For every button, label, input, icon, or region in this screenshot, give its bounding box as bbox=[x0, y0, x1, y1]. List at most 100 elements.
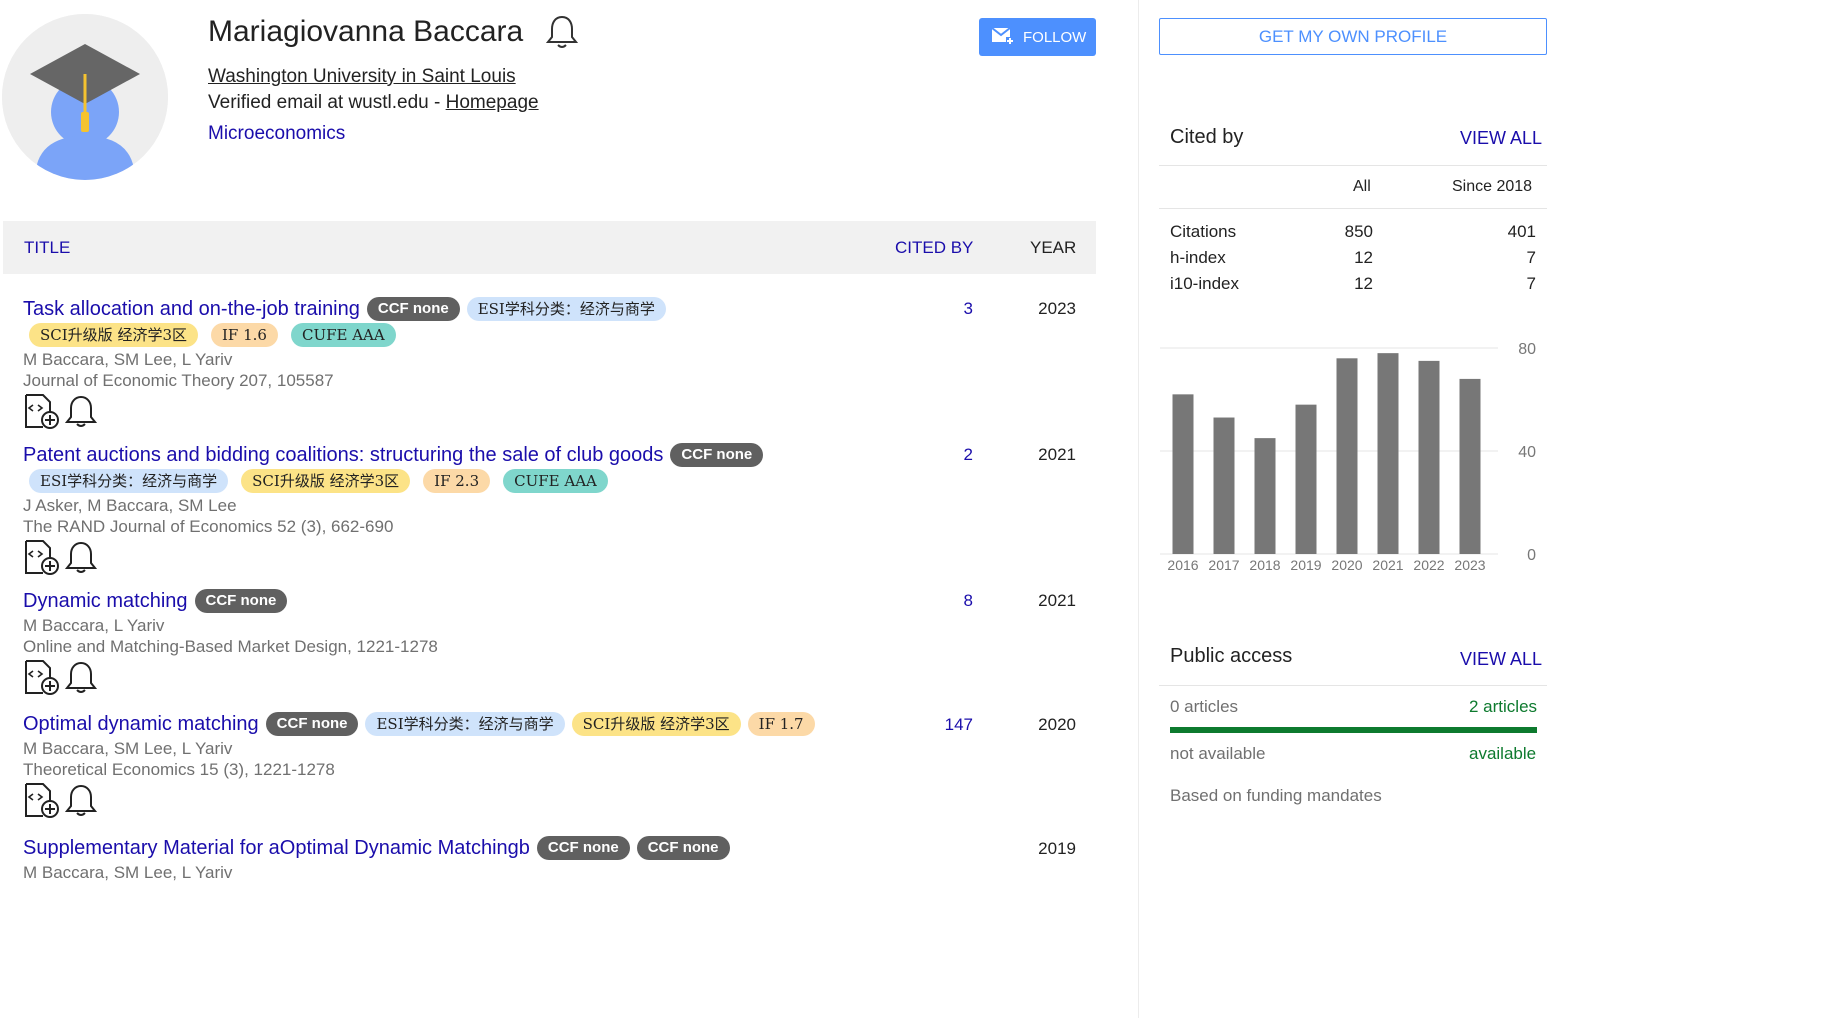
cited-by-view-all-link[interactable]: VIEW ALL bbox=[1460, 128, 1542, 149]
metric-since-value: 401 bbox=[1507, 222, 1536, 241]
chart-bar-2016[interactable] bbox=[1172, 394, 1194, 554]
article-authors: M Baccara, L Yariv bbox=[23, 616, 165, 635]
metric-all-value: 12 bbox=[1354, 248, 1373, 267]
article-row: Supplementary Material for aOptimal Dyna… bbox=[23, 834, 1093, 883]
journal-badge: IF 1.6 bbox=[211, 323, 278, 347]
divider bbox=[1159, 165, 1547, 166]
journal-badge: SCI升级版 经济学3区 bbox=[571, 712, 741, 736]
article-badges-line: ESI学科分类：经济与商学 SCI升级版 经济学3区 IF 2.3 CUFE AAA bbox=[23, 467, 1093, 495]
public-access-bar-fill bbox=[1170, 727, 1537, 733]
article-title-link[interactable]: Patent auctions and bidding coalitions: … bbox=[23, 444, 663, 467]
chart-bar-2022[interactable] bbox=[1418, 360, 1440, 554]
journal-badge: SCI升级版 经济学3区 bbox=[29, 323, 198, 347]
x-tick-label: 2019 bbox=[1290, 557, 1321, 573]
follow-label: FOLLOW bbox=[1023, 28, 1087, 46]
cite-add-icon[interactable] bbox=[23, 782, 59, 823]
article-title-link[interactable]: Dynamic matching bbox=[23, 590, 188, 613]
follow-button[interactable]: FOLLOW bbox=[979, 18, 1096, 56]
journal-badge: CUFE AAA bbox=[290, 323, 396, 347]
alert-bell-icon[interactable] bbox=[63, 393, 99, 434]
sort-title-header[interactable]: TITLE bbox=[24, 238, 70, 258]
chart-bar-2023[interactable] bbox=[1459, 378, 1481, 554]
mail-plus-icon bbox=[991, 27, 1014, 45]
chart-bar-2021[interactable] bbox=[1377, 353, 1399, 554]
x-tick-label: 2021 bbox=[1372, 557, 1403, 573]
article-title-link[interactable]: Optimal dynamic matching bbox=[23, 713, 259, 736]
article-actions bbox=[23, 539, 1093, 580]
cited-by-count-link[interactable]: 2 bbox=[913, 445, 973, 465]
y-tick-label: 80 bbox=[1518, 341, 1536, 358]
homepage-link[interactable]: Homepage bbox=[446, 92, 539, 113]
article-venue: The RAND Journal of Economics 52 (3), 66… bbox=[23, 517, 394, 536]
metric-label: Citations bbox=[1170, 222, 1237, 241]
metric-label: h-index bbox=[1170, 248, 1226, 267]
journal-badge: CCF none bbox=[670, 443, 764, 467]
journal-badge: IF 2.3 bbox=[423, 469, 491, 493]
metric-since-value: 7 bbox=[1526, 274, 1536, 293]
x-tick-label: 2022 bbox=[1413, 557, 1444, 573]
article-authors: M Baccara, SM Lee, L Yariv bbox=[23, 739, 233, 758]
y-tick-label: 40 bbox=[1518, 444, 1536, 461]
x-tick-label: 2016 bbox=[1167, 557, 1198, 573]
y-tick-label: 0 bbox=[1527, 547, 1536, 564]
cited-by-title: Cited by bbox=[1170, 126, 1244, 148]
sort-cited-header[interactable]: CITED BY bbox=[895, 238, 973, 258]
article-venue: Journal of Economic Theory 207, 105587 bbox=[23, 371, 334, 390]
profile-name: Mariagiovanna Baccara bbox=[208, 15, 524, 48]
article-title-link[interactable]: Supplementary Material for aOptimal Dyna… bbox=[23, 837, 530, 860]
article-year: 2019 bbox=[1038, 839, 1076, 858]
articles-table-header: TITLE CITED BY YEAR bbox=[3, 221, 1096, 274]
sort-year-header[interactable]: YEAR bbox=[1030, 238, 1076, 258]
x-tick-label: 2017 bbox=[1208, 557, 1239, 573]
metric-label: i10-index bbox=[1170, 274, 1239, 293]
journal-badge: CCF none bbox=[366, 297, 460, 321]
journal-badge: CCF none bbox=[265, 712, 359, 736]
article-title-link[interactable]: Task allocation and on-the-job training bbox=[23, 298, 360, 321]
public-access-bar bbox=[1170, 727, 1537, 733]
article-year: 2021 bbox=[1038, 591, 1076, 610]
cite-add-icon[interactable] bbox=[23, 539, 59, 580]
verified-email-text: Verified email at wustl.edu - bbox=[208, 92, 446, 113]
alert-bell-icon[interactable] bbox=[63, 659, 99, 700]
article-authors: M Baccara, SM Lee, L Yariv bbox=[23, 863, 233, 882]
cited-by-count-link[interactable]: 8 bbox=[913, 591, 973, 611]
chart-bar-2017[interactable] bbox=[1213, 417, 1235, 554]
article-year: 2023 bbox=[1038, 299, 1076, 318]
col-since-header: Since 2018 bbox=[1452, 178, 1533, 195]
article-authors: J Asker, M Baccara, SM Lee bbox=[23, 496, 237, 515]
journal-badge: CCF none bbox=[194, 589, 288, 613]
pa-available-label: available bbox=[1469, 744, 1537, 763]
alert-bell-icon[interactable] bbox=[63, 782, 99, 823]
cite-add-icon[interactable] bbox=[23, 659, 59, 700]
article-actions bbox=[23, 659, 1093, 700]
alert-bell-icon[interactable] bbox=[63, 539, 99, 580]
public-access-title: Public access bbox=[1170, 645, 1293, 667]
journal-badge: SCI升级版 经济学3区 bbox=[241, 469, 411, 493]
chart-bar-2019[interactable] bbox=[1295, 404, 1317, 554]
journal-badge: CUFE AAA bbox=[503, 469, 608, 493]
chart-bar-2020[interactable] bbox=[1336, 358, 1358, 554]
x-tick-label: 2023 bbox=[1454, 557, 1485, 573]
journal-badge: ESI学科分类：经济与商学 bbox=[29, 469, 229, 493]
article-actions bbox=[23, 393, 1093, 434]
cite-add-icon[interactable] bbox=[23, 393, 59, 434]
public-access-view-all-link[interactable]: VIEW ALL bbox=[1460, 649, 1542, 670]
journal-badge: IF 1.7 bbox=[747, 712, 815, 736]
chart-bar-2018[interactable] bbox=[1254, 438, 1276, 554]
col-all-header: All bbox=[1353, 178, 1371, 195]
pa-not-available-count: 0 articles bbox=[1170, 697, 1239, 716]
follow-bell-icon[interactable] bbox=[545, 14, 579, 50]
interest-link[interactable]: Microeconomics bbox=[208, 123, 345, 145]
cited-by-count-link[interactable]: 3 bbox=[913, 299, 973, 319]
profile-affiliation-link[interactable]: Washington University in Saint Louis bbox=[208, 66, 516, 88]
pa-not-available-label: not available bbox=[1170, 744, 1266, 763]
article-title-line: Supplementary Material for aOptimal Dyna… bbox=[23, 834, 1093, 862]
get-my-own-profile-button[interactable]: GET MY OWN PROFILE bbox=[1159, 18, 1547, 55]
divider bbox=[1159, 208, 1547, 209]
metric-since-value: 7 bbox=[1526, 248, 1536, 267]
article-year: 2021 bbox=[1038, 445, 1076, 464]
citations-per-year-chart: 80 40 0 2016 2017 2018 2019 2020 2021 2022 2023 bbox=[1160, 341, 1536, 573]
journal-badge: ESI学科分类：经济与商学 bbox=[365, 712, 565, 736]
cited-by-count-link[interactable]: 147 bbox=[913, 715, 973, 735]
article-authors: M Baccara, SM Lee, L Yariv bbox=[23, 350, 233, 369]
